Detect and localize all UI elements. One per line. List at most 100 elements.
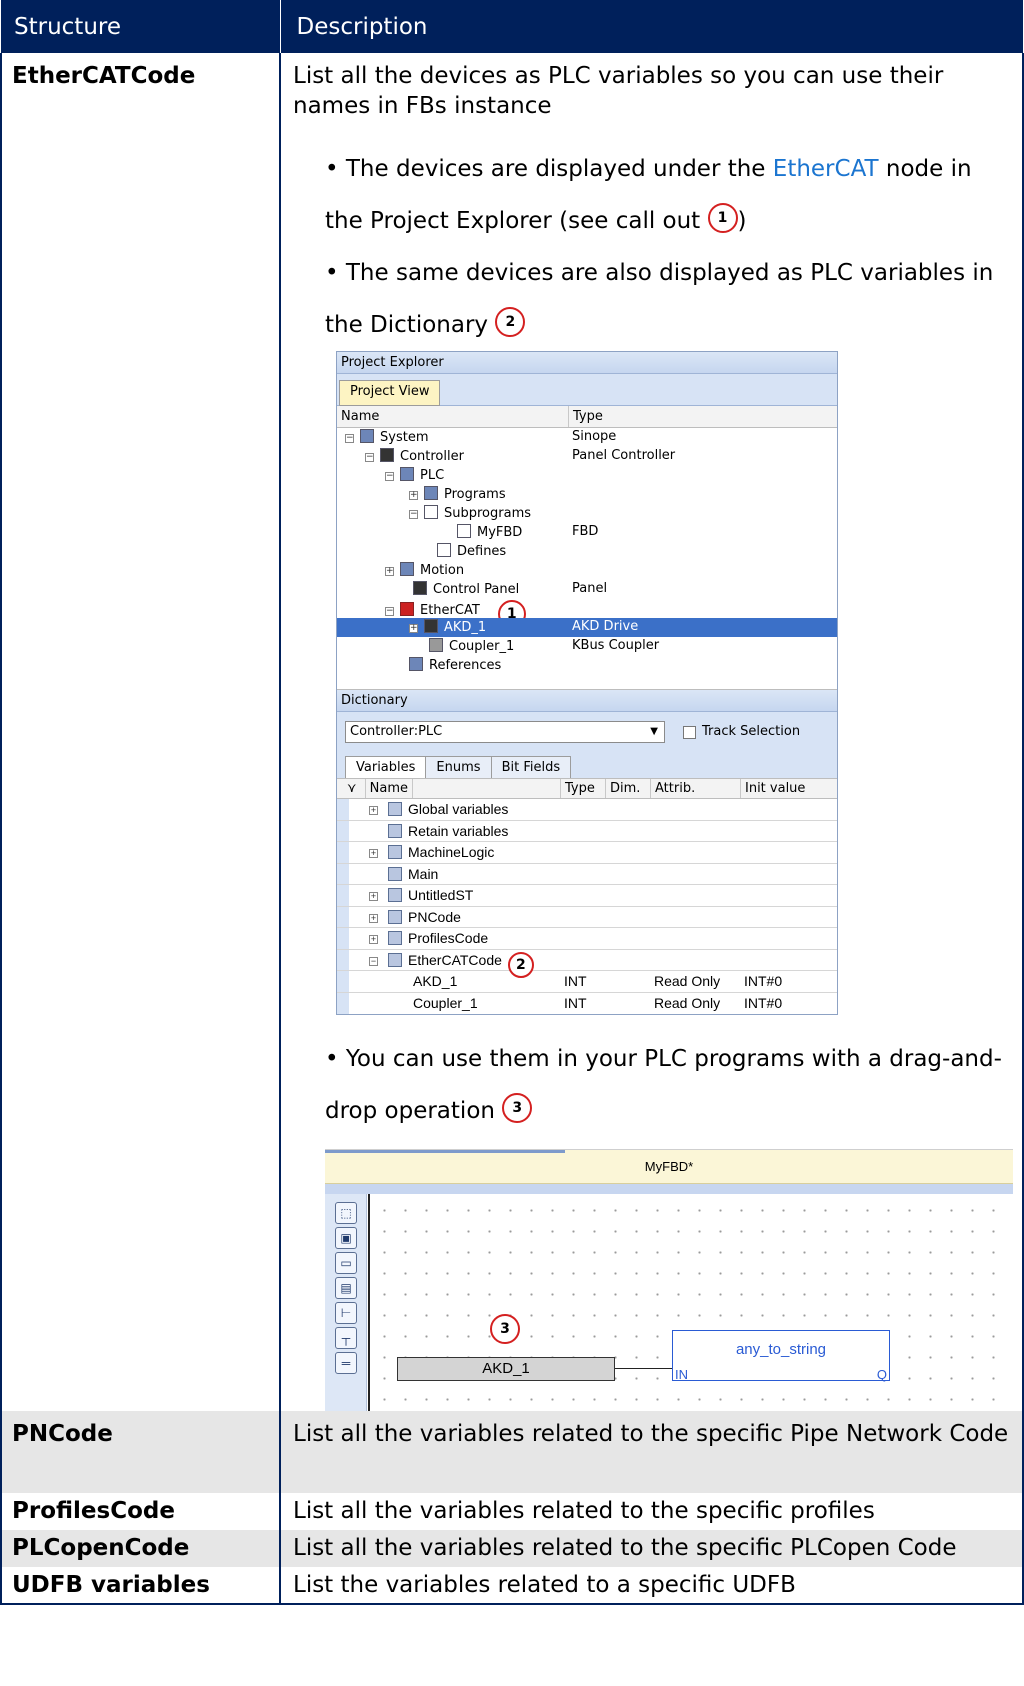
row-name: UDFB variables — [0, 1567, 281, 1605]
group-row[interactable]: Main — [337, 863, 837, 885]
col-name[interactable]: ⋎ Name — [337, 779, 561, 798]
track-selection-checkbox[interactable] — [683, 725, 696, 739]
expand-icon[interactable]: + — [409, 624, 418, 633]
fbd-tab-title[interactable]: MyFBD* — [325, 1150, 1013, 1184]
col-type[interactable]: Type — [569, 406, 837, 427]
scope-dropdown[interactable]: Controller:PLC ▼ — [345, 721, 665, 743]
ethercat-link[interactable]: EtherCAT — [773, 156, 879, 182]
block-tool-icon[interactable]: ▣ — [335, 1227, 357, 1249]
coupler-icon — [429, 638, 443, 652]
tree-item-motion[interactable]: + Motion — [337, 561, 837, 580]
col-attrib[interactable]: Attrib. — [651, 779, 741, 798]
tree-item-references[interactable]: References — [337, 656, 837, 675]
group-row[interactable]: + MachineLogic — [337, 842, 837, 864]
jump-tool-icon[interactable]: ⊢ — [335, 1302, 357, 1324]
project-tree: − System Sinope − Controller Panel Controlle… — [337, 428, 837, 690]
project-explorer-title: Project Explorer — [337, 352, 837, 374]
col-init-value[interactable]: Init value — [741, 779, 837, 798]
variable-row[interactable]: AKD_1 INT Read Only INT#0 — [337, 971, 837, 993]
group-row[interactable]: + Global variables — [337, 799, 837, 821]
collapse-icon[interactable]: − — [409, 510, 418, 519]
tree-item-plc[interactable]: − PLC — [337, 466, 837, 485]
expand-icon[interactable]: + — [369, 892, 378, 901]
plc-icon — [400, 467, 414, 481]
group-row[interactable]: Retain variables — [337, 820, 837, 842]
col-type[interactable]: Type — [561, 779, 606, 798]
collapse-icon[interactable]: − — [365, 453, 374, 462]
row-description: List the variables related to a specific… — [279, 1567, 1024, 1605]
tab-variables[interactable]: Variables — [345, 756, 427, 778]
row-name: EtherCATCode — [0, 53, 281, 1411]
variable-block[interactable]: AKD_1 — [397, 1357, 615, 1381]
group-row[interactable]: + UntitledST — [337, 885, 837, 907]
table-row-ethercatcode: EtherCATCode List all the devices as PLC… — [0, 53, 1024, 1411]
expand-icon[interactable]: + — [369, 935, 378, 944]
bullet-text: • The devices are displayed under the — [325, 156, 773, 182]
group-row[interactable]: − EtherCATCode 2 — [337, 949, 837, 978]
comment-tool-icon[interactable]: ▤ — [335, 1277, 357, 1299]
group-row[interactable]: + PNCode — [337, 906, 837, 928]
row-description: List all the devices as PLC variables so… — [279, 53, 1024, 1411]
input-pin[interactable]: IN — [675, 1360, 688, 1390]
tab-bit-fields[interactable]: Bit Fields — [490, 756, 572, 778]
row-name: PLCopenCode — [0, 1530, 281, 1567]
line-tool-icon[interactable]: ═ — [335, 1352, 357, 1374]
bullet-text: ) — [737, 208, 747, 234]
drive-icon — [424, 619, 438, 633]
bullet-drag-drop: • You can use them in your PLC programs … — [325, 1033, 1014, 1137]
col-name[interactable]: Name — [337, 406, 569, 427]
expand-icon[interactable]: + — [385, 567, 394, 576]
tree-item-subprograms[interactable]: − Subprograms — [337, 504, 837, 523]
collapse-icon[interactable]: − — [369, 956, 378, 966]
table-row-profilescode: ProfilesCode List all the variables rela… — [0, 1493, 1024, 1530]
row-description: List all the variables related to the sp… — [279, 1530, 1024, 1567]
function-block-name: any_to_string — [735, 1341, 827, 1358]
expand-icon[interactable]: + — [369, 849, 378, 858]
tree-item-myfbd[interactable]: MyFBD FBD — [337, 523, 837, 542]
motion-icon — [400, 562, 414, 576]
tree-item-ethercat[interactable]: − EtherCAT 1 — [337, 599, 837, 628]
wire — [615, 1368, 672, 1369]
variable-row[interactable]: Coupler_1 INT Read Only INT#0 — [337, 992, 837, 1014]
callout-3: 3 — [490, 1314, 520, 1344]
expand-icon[interactable]: + — [369, 806, 378, 815]
col-dim[interactable]: Dim. — [606, 779, 651, 798]
bullet-dictionary: • The same devices are also displayed as… — [325, 247, 1014, 351]
row-description: List all the variables related to the sp… — [279, 1411, 1024, 1493]
tab-project-view[interactable]: Project View — [339, 380, 441, 406]
tree-item-controller[interactable]: − Controller Panel Controller — [337, 447, 837, 466]
tree-item-system[interactable]: − System Sinope — [337, 428, 837, 447]
collapse-icon[interactable]: − — [345, 434, 354, 443]
subprograms-icon — [424, 505, 438, 519]
ethercat-code-icon — [388, 952, 402, 967]
fbd-editor-screenshot: MyFBD* ⬚ ▣ ▭ ▤ ⊢ ┬ ═ 3 AKD_1 any_to_stri… — [325, 1149, 1013, 1411]
contact-tool-icon[interactable]: ┬ — [335, 1327, 357, 1349]
tree-item-defines[interactable]: Defines — [337, 542, 837, 561]
expand-icon[interactable]: + — [369, 913, 378, 923]
filter-icon[interactable]: ⋎ — [343, 779, 366, 798]
group-row[interactable]: + ProfilesCode — [337, 928, 837, 950]
row-name: PNCode — [0, 1411, 281, 1493]
collapse-icon[interactable]: − — [385, 472, 394, 481]
defines-icon — [437, 543, 451, 557]
output-pin[interactable]: Q — [877, 1360, 887, 1390]
tree-item-coupler-1[interactable]: Coupler_1 KBus Coupler — [337, 637, 837, 656]
tab-enums[interactable]: Enums — [425, 756, 492, 778]
tree-item-akd-1[interactable]: + AKD_1 AKD Drive — [337, 618, 837, 637]
row-description: List all the variables related to the sp… — [279, 1493, 1024, 1530]
dropdown-value: Controller:PLC — [350, 724, 443, 739]
tree-header: Name Type — [337, 406, 837, 428]
expand-icon[interactable]: + — [409, 491, 418, 500]
tree-item-programs[interactable]: + Programs — [337, 485, 837, 504]
collapse-icon[interactable]: − — [385, 607, 394, 616]
fbd-band — [325, 1184, 1013, 1194]
select-tool-icon[interactable]: ⬚ — [335, 1202, 357, 1224]
tree-item-control-panel[interactable]: Control Panel Panel — [337, 580, 837, 599]
project-explorer-tabs: Project View — [337, 374, 837, 406]
dictionary-grid: + Global variables Retain variables + Mach… — [337, 799, 837, 1014]
table-row-plcopencode: PLCopenCode List all the variables relat… — [0, 1530, 1024, 1567]
function-block[interactable]: any_to_string IN Q — [672, 1330, 890, 1382]
fbd-canvas[interactable]: 3 AKD_1 any_to_string IN Q — [368, 1194, 1013, 1411]
variable-tool-icon[interactable]: ▭ — [335, 1252, 357, 1274]
dictionary-tabs: Variables Enums Bit Fields — [337, 752, 837, 778]
